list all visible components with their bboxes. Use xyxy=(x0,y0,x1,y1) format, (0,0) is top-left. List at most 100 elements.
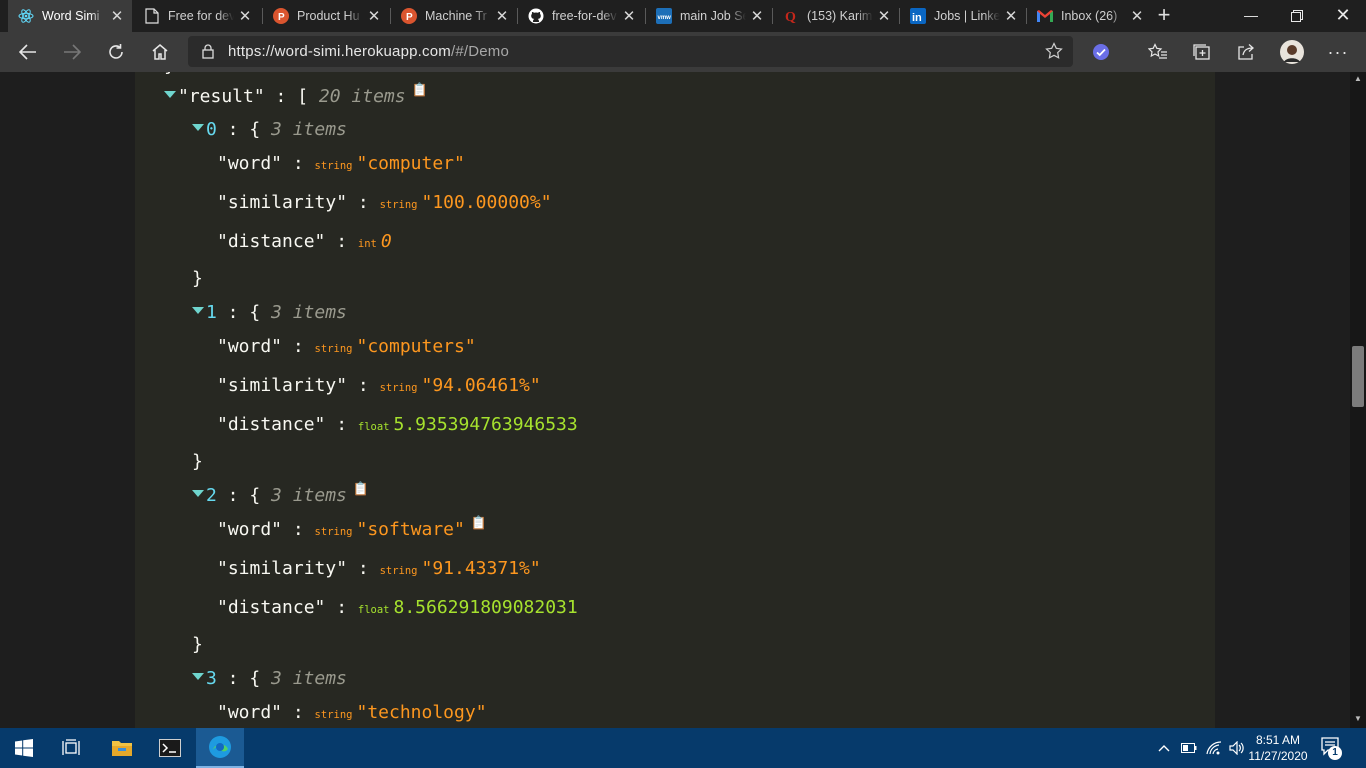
restore-icon[interactable] xyxy=(1274,0,1320,32)
json-string-value: "91.43371%" xyxy=(421,558,541,579)
collapse-caret-icon[interactable] xyxy=(164,91,176,98)
json-index: 2 xyxy=(206,485,217,506)
tab-title: Jobs | Linke xyxy=(934,9,1000,23)
item-count: 20 items xyxy=(318,86,406,107)
json-string-value: "100.00000%" xyxy=(421,192,552,213)
scroll-down-arrow-icon[interactable]: ▼ xyxy=(1350,714,1366,723)
wifi-icon[interactable] xyxy=(1202,728,1226,768)
json-key: "word" xyxy=(217,336,283,357)
minimize-icon[interactable]: — xyxy=(1228,0,1274,32)
extension-icon[interactable] xyxy=(1083,32,1119,72)
favorite-star-icon[interactable] xyxy=(1045,42,1063,65)
vmware-icon: vmw xyxy=(656,8,672,24)
json-bracket: [ xyxy=(297,86,309,107)
collapse-caret-icon[interactable] xyxy=(192,490,204,497)
profile-avatar[interactable] xyxy=(1274,32,1310,72)
json-root-result: "result" : [ 20 items 📋 xyxy=(164,83,428,110)
json-entry-1-header: 1 : { 3 items xyxy=(192,300,347,326)
tab-quora[interactable]: Q (153) Karim ✕ xyxy=(773,0,899,32)
collapse-caret-icon[interactable] xyxy=(192,307,204,314)
tab-product-hunt[interactable]: P Product Hu ✕ xyxy=(263,0,389,32)
close-tab-icon[interactable]: ✕ xyxy=(491,7,513,25)
page-content: } "result" : [ 20 items 📋 0 : { 3 items … xyxy=(0,72,1350,728)
start-windows-icon[interactable] xyxy=(0,728,48,768)
svg-text:Q: Q xyxy=(785,10,796,24)
json-brace: } xyxy=(192,634,203,655)
json-brace: } xyxy=(192,268,203,289)
share-icon[interactable] xyxy=(1228,32,1264,72)
notification-center-icon[interactable]: 1 xyxy=(1320,736,1346,765)
tab-main-job-se[interactable]: vmw main Job Se ✕ xyxy=(646,0,772,32)
url-host: https://word-simi.herokuapp.com xyxy=(228,43,451,60)
json-index: 0 xyxy=(206,119,217,140)
json-key: "similarity" xyxy=(217,558,348,579)
home-icon[interactable] xyxy=(142,32,178,72)
tab-gmail-inbox[interactable]: Inbox (26) ✕ xyxy=(1027,0,1152,32)
json-word-row: "word" : string "computers" xyxy=(217,334,476,360)
tab-machine-tr[interactable]: P Machine Tr ✕ xyxy=(391,0,517,32)
producthunt-icon: P xyxy=(273,8,289,24)
svg-text:vmw: vmw xyxy=(658,15,672,21)
item-count: 3 items xyxy=(271,485,347,506)
tab-title: Inbox (26) xyxy=(1061,9,1118,23)
scrollbar-thumb[interactable] xyxy=(1352,346,1364,407)
page-icon xyxy=(144,8,160,24)
refresh-icon[interactable] xyxy=(98,32,134,72)
task-view-icon[interactable] xyxy=(48,728,96,768)
item-count: 3 items xyxy=(271,668,347,689)
tab-free-for-dev[interactable]: Free for dev ✕ xyxy=(134,0,260,32)
more-options-icon[interactable]: ··· xyxy=(1320,32,1356,72)
type-label: string xyxy=(379,199,418,211)
close-tab-icon[interactable]: ✕ xyxy=(1000,7,1022,25)
close-tab-icon[interactable]: ✕ xyxy=(618,7,640,25)
producthunt-icon: P xyxy=(401,8,417,24)
copy-clipboard-icon[interactable]: 📋 xyxy=(471,511,487,537)
collapse-caret-icon[interactable] xyxy=(192,124,204,131)
forward-icon[interactable] xyxy=(54,32,90,72)
json-key: "distance" xyxy=(217,231,326,252)
edge-browser-icon[interactable] xyxy=(196,728,244,768)
react-icon xyxy=(18,8,34,24)
tab-title: Machine Tr xyxy=(425,9,487,23)
svg-text:in: in xyxy=(912,12,922,24)
json-key: "result" xyxy=(178,86,265,107)
battery-icon[interactable] xyxy=(1178,728,1200,768)
volume-icon[interactable] xyxy=(1226,728,1248,768)
close-tab-icon[interactable]: ✕ xyxy=(746,7,768,25)
terminal-icon[interactable] xyxy=(146,728,194,768)
svg-text:P: P xyxy=(406,12,413,23)
quora-icon: Q xyxy=(783,8,799,24)
favorites-icon[interactable] xyxy=(1140,32,1176,72)
type-label: int xyxy=(357,238,377,250)
tab-github-free-for-dev[interactable]: free-for-dev ✕ xyxy=(518,0,644,32)
close-tab-icon[interactable]: ✕ xyxy=(106,7,128,25)
copy-clipboard-icon[interactable]: 📋 xyxy=(353,477,369,503)
address-bar[interactable]: https://word-simi.herokuapp.com/#/Demo xyxy=(188,36,1073,67)
tab-word-simi[interactable]: Word Simi ✕ xyxy=(8,0,132,32)
close-tab-icon[interactable]: ✕ xyxy=(363,7,385,25)
vertical-scrollbar[interactable]: ▲ ▼ xyxy=(1350,72,1366,728)
close-tab-icon[interactable]: ✕ xyxy=(1126,7,1148,25)
new-tab-icon[interactable]: + xyxy=(1152,4,1176,28)
json-key: "word" xyxy=(217,153,283,174)
collapse-caret-icon[interactable] xyxy=(192,673,204,680)
show-hidden-icons-icon[interactable] xyxy=(1154,728,1174,768)
clock-date: 11/27/2020 xyxy=(1248,749,1308,763)
tab-title: main Job Se xyxy=(680,9,746,23)
tab-linkedin-jobs[interactable]: in Jobs | Linke ✕ xyxy=(900,0,1026,32)
collections-icon[interactable] xyxy=(1184,32,1220,72)
lock-icon[interactable] xyxy=(188,44,228,59)
url-text[interactable]: https://word-simi.herokuapp.com/#/Demo xyxy=(228,43,509,60)
back-icon[interactable] xyxy=(10,32,46,72)
json-index: 3 xyxy=(206,668,217,689)
copy-clipboard-icon[interactable]: 📋 xyxy=(412,78,428,104)
scroll-up-arrow-icon[interactable]: ▲ xyxy=(1350,74,1366,83)
json-key: "distance" xyxy=(217,597,326,618)
json-entry-2-header: 2 : { 3 items 📋 xyxy=(192,482,369,509)
tab-title: Word Simi xyxy=(42,9,100,23)
file-explorer-icon[interactable] xyxy=(98,728,146,768)
close-tab-icon[interactable]: ✕ xyxy=(234,7,256,25)
close-window-icon[interactable]: ✕ xyxy=(1320,0,1366,32)
system-clock[interactable]: 8:51 AM 11/27/2020 xyxy=(1246,732,1310,764)
close-tab-icon[interactable]: ✕ xyxy=(873,7,895,25)
